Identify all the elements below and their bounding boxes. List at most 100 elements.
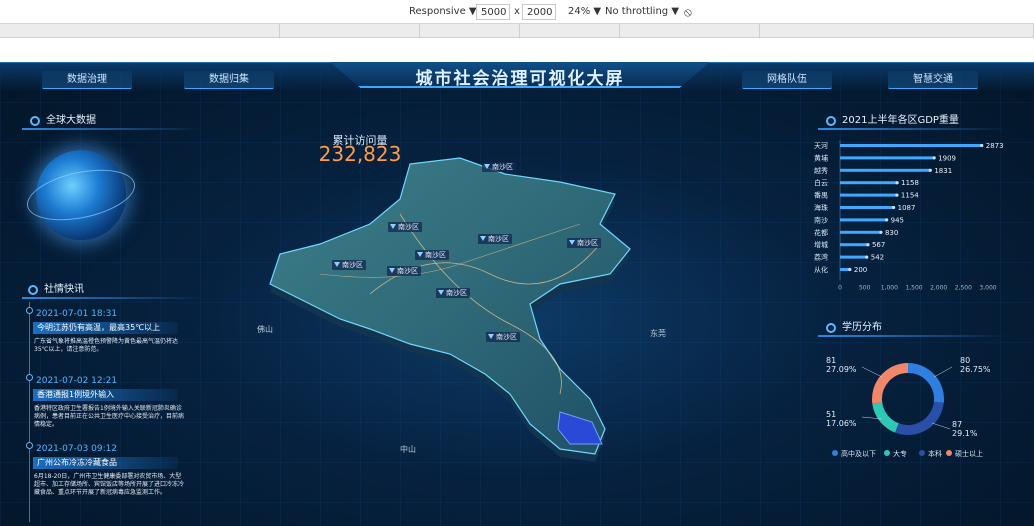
district-label[interactable]: 南沙区 <box>478 234 512 244</box>
gdp-bar[interactable] <box>840 144 982 147</box>
gdp-bar[interactable] <box>840 156 935 160</box>
gdp-bar-end <box>879 230 883 234</box>
nav-grid-team[interactable]: 网格队伍 <box>742 71 832 89</box>
gdp-bar[interactable] <box>840 243 868 247</box>
rotate-icon[interactable]: ⦸ <box>684 4 692 20</box>
gdp-value-label: 567 <box>872 241 885 249</box>
viewport-width-input[interactable]: 5000 <box>476 4 510 20</box>
timeline-dot <box>26 442 33 449</box>
throttle-label: No throttling <box>605 6 669 17</box>
gdp-category-label: 花都 <box>814 228 828 237</box>
timeline-dot <box>26 307 33 314</box>
place-foshan: 佛山 <box>257 325 273 334</box>
gdp-x-tick-label: 3,000 <box>979 284 996 291</box>
nav-smart-traffic[interactable]: 智慧交通 <box>888 71 978 89</box>
donut-slice[interactable] <box>872 402 899 433</box>
section-marker-icon <box>28 285 38 295</box>
legend-item[interactable]: 本科 <box>919 449 942 459</box>
throttle-dropdown[interactable]: No throttling ▼ <box>605 4 679 20</box>
district-label[interactable]: 南沙区 <box>415 250 449 260</box>
donut-slice[interactable] <box>895 401 944 435</box>
gdp-bar[interactable] <box>840 193 897 197</box>
pie-leader-line <box>933 366 953 378</box>
district-label[interactable]: 南沙区 <box>388 222 422 232</box>
device-mode-dropdown[interactable]: Responsive ▼ <box>409 4 477 20</box>
gdp-value-label: 945 <box>891 216 904 224</box>
district-label[interactable]: 南沙区 <box>486 332 520 342</box>
gdp-value-label: 1831 <box>934 167 952 175</box>
zoom-label: 24% <box>568 6 591 17</box>
news-section-title: 社情快讯 <box>28 283 84 297</box>
legend-item[interactable]: 高中及以下 <box>832 449 876 459</box>
news-time: 2021-07-03 09:12 <box>36 444 118 454</box>
place-zhongshan: 中山 <box>400 445 416 454</box>
legend-item[interactable]: 硕士以上 <box>946 449 983 459</box>
gdp-section-label: 2021上半年各区GDP重量 <box>842 115 959 126</box>
district-label[interactable]: 南沙区 <box>482 162 516 172</box>
section-marker-icon <box>30 116 40 126</box>
gdp-bar-end <box>928 168 932 172</box>
timeline-line <box>29 302 30 522</box>
globe-section-title: 全球大数据 <box>30 114 96 128</box>
news-headline[interactable]: 今明江苏仍有高温，最高35℃以上 <box>33 322 178 334</box>
gdp-category-label: 黄埔 <box>814 153 828 162</box>
section-marker-icon <box>826 323 836 333</box>
gdp-x-tick-label: 1,000 <box>881 284 898 291</box>
media-query-ruler <box>0 24 1034 38</box>
section-underline <box>818 335 1008 337</box>
gdp-section-title: 2021上半年各区GDP重量 <box>826 114 959 128</box>
gdp-bar[interactable] <box>840 206 894 209</box>
gdp-bar-end <box>895 181 899 185</box>
gdp-bar[interactable] <box>840 218 887 222</box>
city-map[interactable]: 南沙区 南沙区 南沙区 南沙区 南沙区 南沙区 南沙区 南沙区 南沙区 <box>260 154 640 464</box>
gdp-bar-end <box>885 218 889 222</box>
gdp-bar-end <box>848 267 852 272</box>
gdp-value-label: 2873 <box>986 142 1004 150</box>
news-body: 广东省气象将推高温橙色预警降为黄色最高气温仍将达35℃以上，请注意防范。 <box>34 338 179 353</box>
district-label[interactable]: 南沙区 <box>567 238 601 248</box>
viewport-height-input[interactable]: 2000 <box>522 4 556 20</box>
news-headline[interactable]: 香港通报1例境外输入 <box>33 389 178 401</box>
gdp-value-label: 200 <box>854 266 867 274</box>
gdp-bar[interactable] <box>840 168 931 172</box>
section-underline <box>22 297 202 299</box>
gdp-x-tick-label: 1,500 <box>905 284 922 291</box>
edu-section-title: 学历分布 <box>826 321 882 335</box>
gdp-bar-end <box>980 143 984 148</box>
donut-slice[interactable] <box>907 363 944 403</box>
timeline-dot <box>26 374 33 381</box>
gdp-value-label: 1154 <box>901 192 919 200</box>
edu-section-label: 学历分布 <box>842 322 882 333</box>
gdp-bar-end <box>895 193 899 197</box>
globe-section-label: 全球大数据 <box>46 115 96 126</box>
donut-slice[interactable] <box>872 363 909 404</box>
gdp-bar-end <box>892 205 896 210</box>
pie-label-2: 87 29.1% <box>952 420 978 438</box>
dimension-separator: x <box>514 6 520 17</box>
district-label[interactable]: 南沙区 <box>387 266 421 276</box>
device-mode-label: Responsive <box>409 6 466 17</box>
nav-data-governance[interactable]: 数据治理 <box>42 71 132 89</box>
gdp-bar[interactable] <box>840 181 898 185</box>
gdp-bar-end <box>932 156 936 160</box>
district-label[interactable]: 南沙区 <box>436 288 470 298</box>
gdp-x-tick-label: 0 <box>838 284 842 291</box>
gdp-value-label: 1087 <box>898 204 916 212</box>
gdp-bar-end <box>865 255 869 259</box>
pie-leader-line <box>861 366 883 378</box>
gdp-bar[interactable] <box>840 230 881 234</box>
pie-label-1: 51 17.06% <box>826 410 857 428</box>
section-underline <box>818 128 1008 130</box>
zoom-dropdown[interactable]: 24% ▼ <box>568 4 601 20</box>
gdp-category-label: 越秀 <box>814 166 828 175</box>
section-marker-icon <box>826 116 836 126</box>
gdp-bar[interactable] <box>840 255 867 259</box>
legend-item[interactable]: 大专 <box>884 449 907 459</box>
district-label[interactable]: 南沙区 <box>332 260 366 270</box>
nav-data-collection[interactable]: 数据归集 <box>184 71 274 89</box>
gdp-category-label: 海珠 <box>814 203 828 212</box>
gdp-bar-end <box>866 243 870 247</box>
news-headline[interactable]: 广州公布冷冻冷藏食品 <box>33 457 178 469</box>
place-dongguan: 东莞 <box>650 329 666 338</box>
news-section-label: 社情快讯 <box>44 284 84 295</box>
